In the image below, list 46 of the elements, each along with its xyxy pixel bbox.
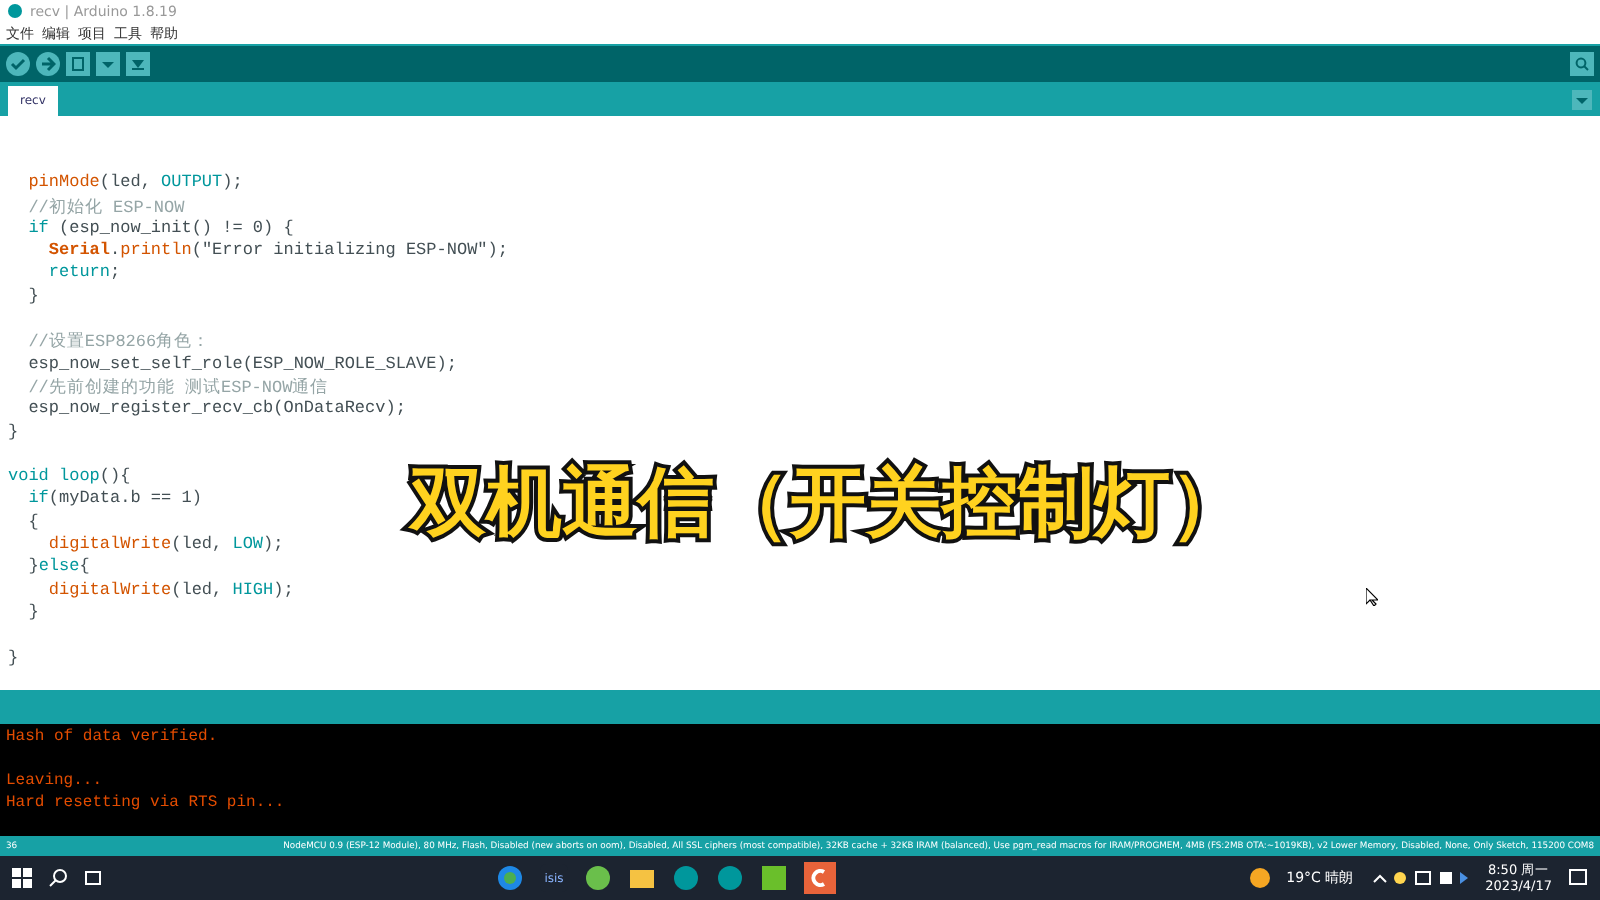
task-view-icon[interactable] — [84, 868, 104, 888]
video-caption: 双机通信（开关控制灯） — [410, 456, 1246, 550]
code-line: } — [8, 647, 19, 668]
code-line: //设置ESP8266角色： — [26, 332, 211, 353]
console-line: Leaving... — [6, 772, 103, 790]
open-button[interactable] — [96, 52, 120, 76]
save-button[interactable] — [126, 52, 150, 76]
folder-icon[interactable] — [628, 864, 656, 892]
code-line: if (esp_now_init() != 0) { — [26, 217, 294, 238]
code-line: digitalWrite(led, LOW); — [46, 534, 284, 555]
notification-icon[interactable] — [1568, 868, 1588, 888]
search-icon[interactable] — [48, 868, 68, 888]
code-line: } — [26, 285, 39, 306]
console-line: Hash of data verified. — [6, 728, 218, 746]
verify-button[interactable] — [6, 52, 30, 76]
browser-icon[interactable] — [496, 864, 524, 892]
tab-menu-icon[interactable] — [1572, 90, 1592, 110]
code-line: } — [26, 601, 39, 622]
code-line: } — [8, 421, 19, 442]
mouse-cursor-icon — [1366, 588, 1378, 606]
code-line: void loop(){ — [8, 466, 131, 487]
code-line: esp_now_register_recv_cb(OnDataRecv); — [26, 398, 406, 419]
code-line: { — [26, 511, 39, 532]
new-button[interactable] — [66, 52, 90, 76]
code-line: digitalWrite(led, HIGH); — [46, 579, 294, 600]
weather-sun-icon — [1250, 868, 1271, 888]
code-line: return; — [46, 262, 121, 283]
console-line: Hard resetting via RTS pin... — [6, 794, 285, 812]
code-line: esp_now_set_self_role(ESP_NOW_ROLE_SLAVE); — [26, 353, 457, 374]
tray-icons-drawing[interactable] — [1369, 868, 1470, 888]
document-icon — [70, 56, 86, 72]
arrow-right-icon — [40, 56, 56, 72]
arrow-down-icon — [130, 56, 146, 72]
code-line: //初始化 ESP-NOW — [26, 197, 185, 218]
code-line: }else{ — [26, 556, 90, 577]
magnifier-icon — [1574, 56, 1590, 72]
app-c-icon[interactable] — [804, 862, 836, 894]
upload-button[interactable] — [36, 52, 60, 76]
code-line: //先前创建的功能 测试ESP-NOW通信 — [26, 377, 329, 398]
code-line: pinMode(led, OUTPUT); — [26, 172, 243, 193]
windows-start-icon[interactable] — [12, 868, 32, 888]
serial-monitor-button[interactable] — [1570, 52, 1594, 76]
code-line: Serial.println("Error initializing ESP-NOW"); — [46, 240, 508, 261]
app-icon — [8, 4, 22, 18]
code-line: if(myData.b == 1) — [26, 488, 202, 509]
check-icon — [10, 56, 26, 72]
